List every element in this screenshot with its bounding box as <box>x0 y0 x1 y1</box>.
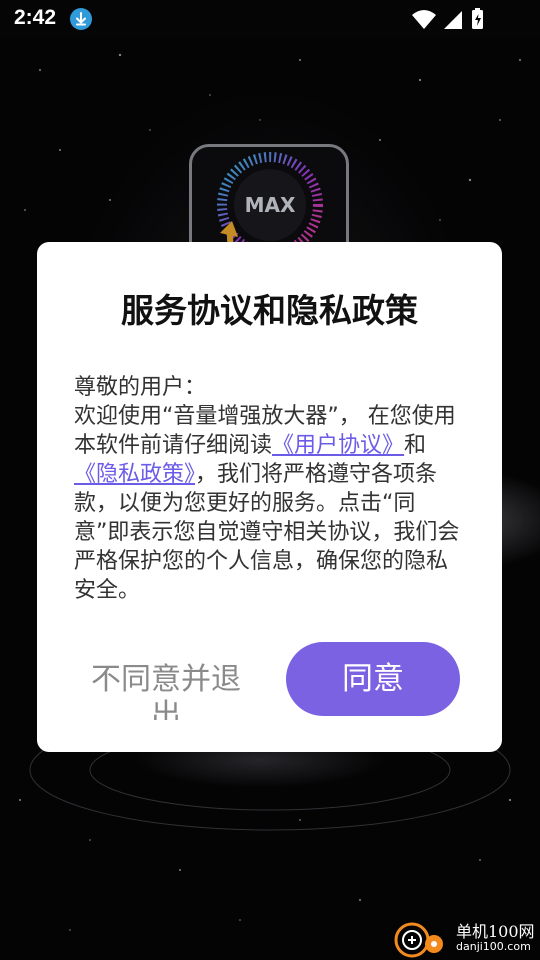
download-icon <box>70 8 92 30</box>
wifi-icon <box>412 10 436 29</box>
battery-icon <box>472 8 483 29</box>
watermark-url: danji100.com <box>456 940 531 953</box>
user-agreement-link[interactable]: 《用户协议》 <box>272 433 404 458</box>
and-text: 和 <box>404 433 427 458</box>
status-bar: 2:42 <box>0 0 540 38</box>
agree-button[interactable]: 同意 <box>286 642 460 716</box>
dialog-title: 服务协议和隐私政策 <box>121 291 418 330</box>
privacy-policy-link[interactable]: 《隐私政策》 <box>74 462 195 487</box>
watermark-logo-icon <box>394 922 443 958</box>
greeting-text: 尊敬的用户： <box>74 375 207 400</box>
signal-icon <box>444 11 462 29</box>
status-time: 2:42 <box>14 6 57 29</box>
privacy-dialog: 服务协议和隐私政策 尊敬的用户： 欢迎使用“音量增强放大器”， 在您使用本软件前… <box>37 242 502 752</box>
disagree-exit-button[interactable]: 不同意并退出 <box>81 662 251 720</box>
watermark: 单机100网 danji100.com <box>388 914 540 960</box>
watermark-name: 单机100网 <box>456 922 535 941</box>
agreement-paragraph: 欢迎使用“音量增强放大器”， 在您使用本软件前请仔细阅读《用户协议》和《隐私政策… <box>74 402 466 605</box>
status-icons <box>412 8 483 29</box>
dialog-body: 尊敬的用户： 欢迎使用“音量增强放大器”， 在您使用本软件前请仔细阅读《用户协议… <box>74 373 466 605</box>
